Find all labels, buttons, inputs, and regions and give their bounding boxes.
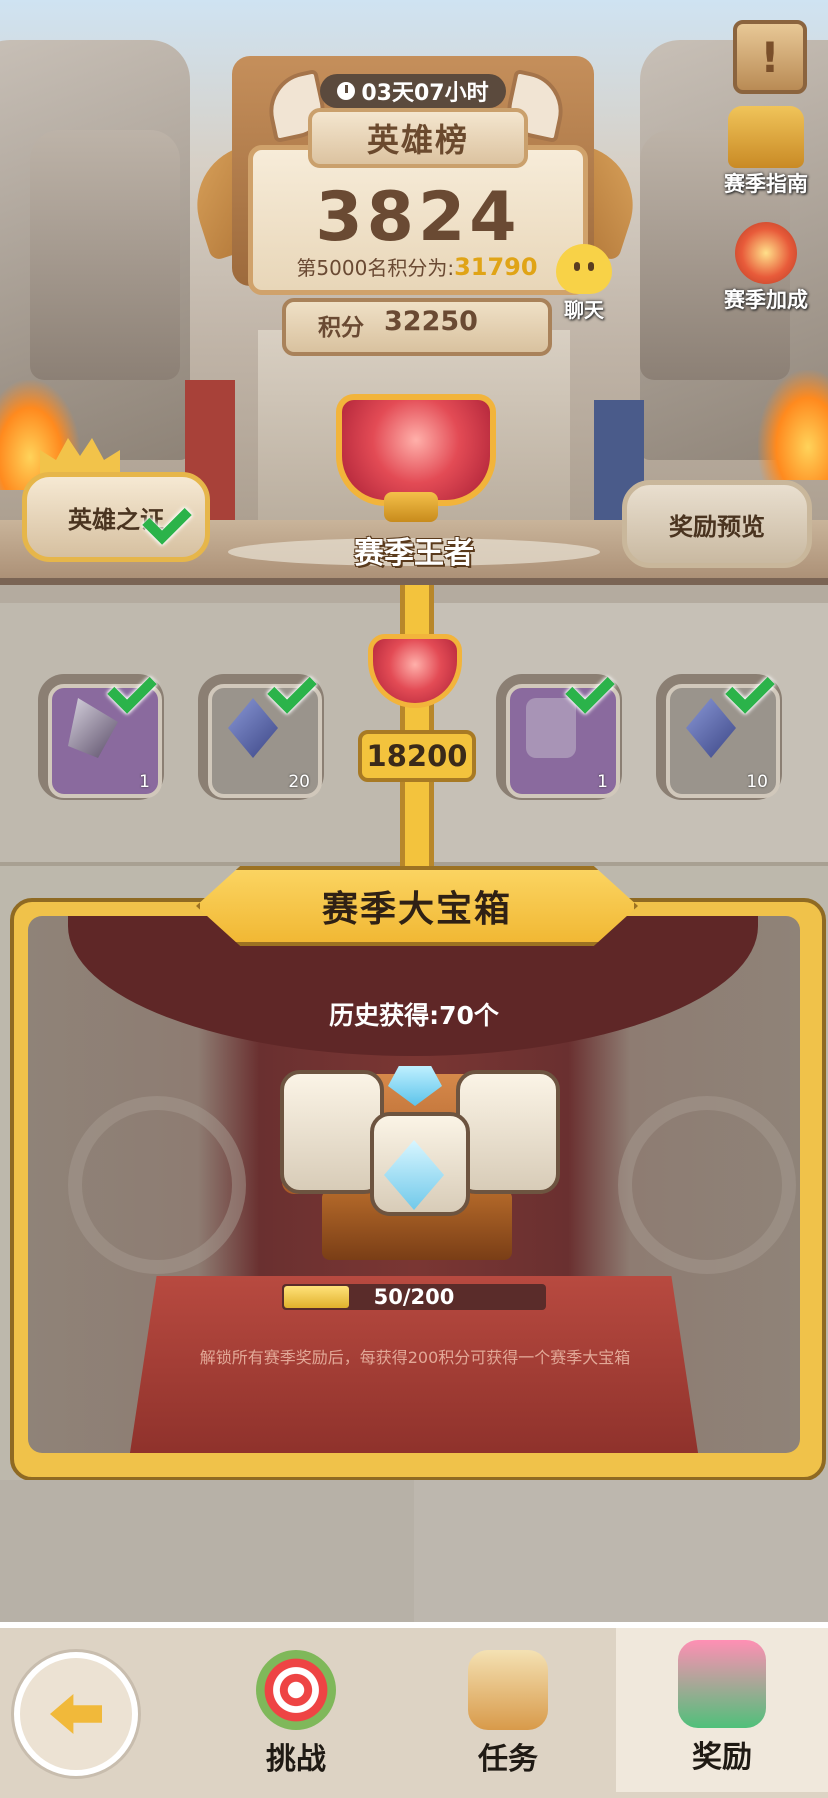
milestone-trophy-icon bbox=[368, 634, 462, 708]
check-icon bbox=[147, 497, 191, 541]
reward-preview-button[interactable]: 奖励预览 bbox=[622, 480, 812, 568]
rank-threshold-label: 第5000名积分为: bbox=[296, 256, 455, 280]
score-label: 积分 bbox=[318, 315, 364, 341]
notice-button[interactable]: ! bbox=[733, 20, 807, 94]
slot-count: 20 bbox=[288, 772, 310, 792]
exclamation-icon: ! bbox=[760, 32, 780, 82]
wall-swirl-left bbox=[68, 1096, 246, 1274]
season-tier-title: 赛季王者 bbox=[354, 536, 474, 571]
chat-button[interactable]: 聊天 bbox=[544, 244, 612, 323]
chat-bubble-icon bbox=[544, 244, 612, 294]
check-icon bbox=[272, 666, 316, 710]
tab-reward[interactable]: 奖励 bbox=[642, 1640, 802, 1776]
frame-item-icon bbox=[526, 698, 576, 758]
season-bonus-label: 赛季加成 bbox=[724, 288, 808, 312]
my-rank: 3824 bbox=[315, 178, 521, 257]
scroll-icon bbox=[468, 1650, 548, 1730]
check-icon bbox=[112, 666, 156, 710]
wall-swirl-right bbox=[618, 1096, 796, 1274]
reward-slot[interactable]: 20 bbox=[198, 674, 324, 800]
slot-count: 1 bbox=[597, 772, 608, 792]
milestone-score: 18200 bbox=[358, 730, 476, 782]
chest-history-count: 历史获得:70个 bbox=[329, 1001, 499, 1030]
chest-progress-text: 50/200 bbox=[373, 1285, 455, 1309]
reward-slot[interactable]: 1 bbox=[38, 674, 164, 800]
check-icon bbox=[730, 666, 774, 710]
guide-scroll-icon bbox=[728, 106, 804, 168]
ground-edge bbox=[0, 578, 828, 585]
lower-background bbox=[0, 1480, 828, 1625]
score-value: 32250 bbox=[384, 306, 478, 337]
chest-block-right bbox=[456, 1070, 560, 1194]
leaderboard-title: 英雄榜 bbox=[308, 108, 528, 168]
back-button[interactable] bbox=[14, 1652, 138, 1776]
tab-task[interactable]: 任务 bbox=[428, 1650, 588, 1778]
season-guide-label: 赛季指南 bbox=[724, 172, 808, 196]
chest-block-left bbox=[280, 1070, 384, 1194]
slot-count: 1 bbox=[139, 772, 150, 792]
clock-icon bbox=[337, 82, 356, 100]
season-guide-button[interactable]: 赛季指南 bbox=[716, 106, 816, 198]
gift-icon bbox=[678, 1640, 766, 1728]
chat-label: 聊天 bbox=[564, 298, 604, 322]
tab-task-label: 任务 bbox=[478, 1742, 538, 1777]
back-arrow-icon bbox=[50, 1694, 102, 1734]
slot-count: 10 bbox=[746, 772, 768, 792]
target-icon bbox=[256, 1650, 336, 1730]
reward-slot[interactable]: 10 bbox=[656, 674, 782, 800]
reward-slot[interactable]: 1 bbox=[496, 674, 622, 800]
hero-proof-button[interactable]: 英雄之证 bbox=[22, 472, 210, 562]
tab-reward-label: 奖励 bbox=[692, 1740, 752, 1775]
check-icon bbox=[570, 666, 614, 710]
chest-hint: 解锁所有赛季奖励后，每获得200积分可获得一个赛季大宝箱 bbox=[199, 1348, 631, 1367]
rank-threshold-value: 31790 bbox=[454, 253, 538, 281]
fire-right bbox=[758, 370, 828, 480]
tab-challenge-label: 挑战 bbox=[266, 1742, 326, 1777]
tab-challenge[interactable]: 挑战 bbox=[216, 1650, 376, 1778]
stone-statue-left bbox=[30, 130, 180, 380]
season-timer: 03天07小时 bbox=[320, 74, 506, 108]
season-bonus-button[interactable]: 赛季加成 bbox=[716, 222, 816, 314]
reward-preview-label: 奖励预览 bbox=[669, 512, 765, 541]
trophy-stem bbox=[384, 492, 438, 522]
bonus-badge-icon bbox=[735, 222, 797, 284]
rank-threshold: 第5000名积分为:31790 bbox=[252, 252, 582, 281]
season-timer-text: 03天07小时 bbox=[361, 81, 489, 106]
season-king-trophy-icon[interactable] bbox=[336, 394, 496, 506]
season-chest-title: 赛季大宝箱 bbox=[196, 866, 638, 946]
